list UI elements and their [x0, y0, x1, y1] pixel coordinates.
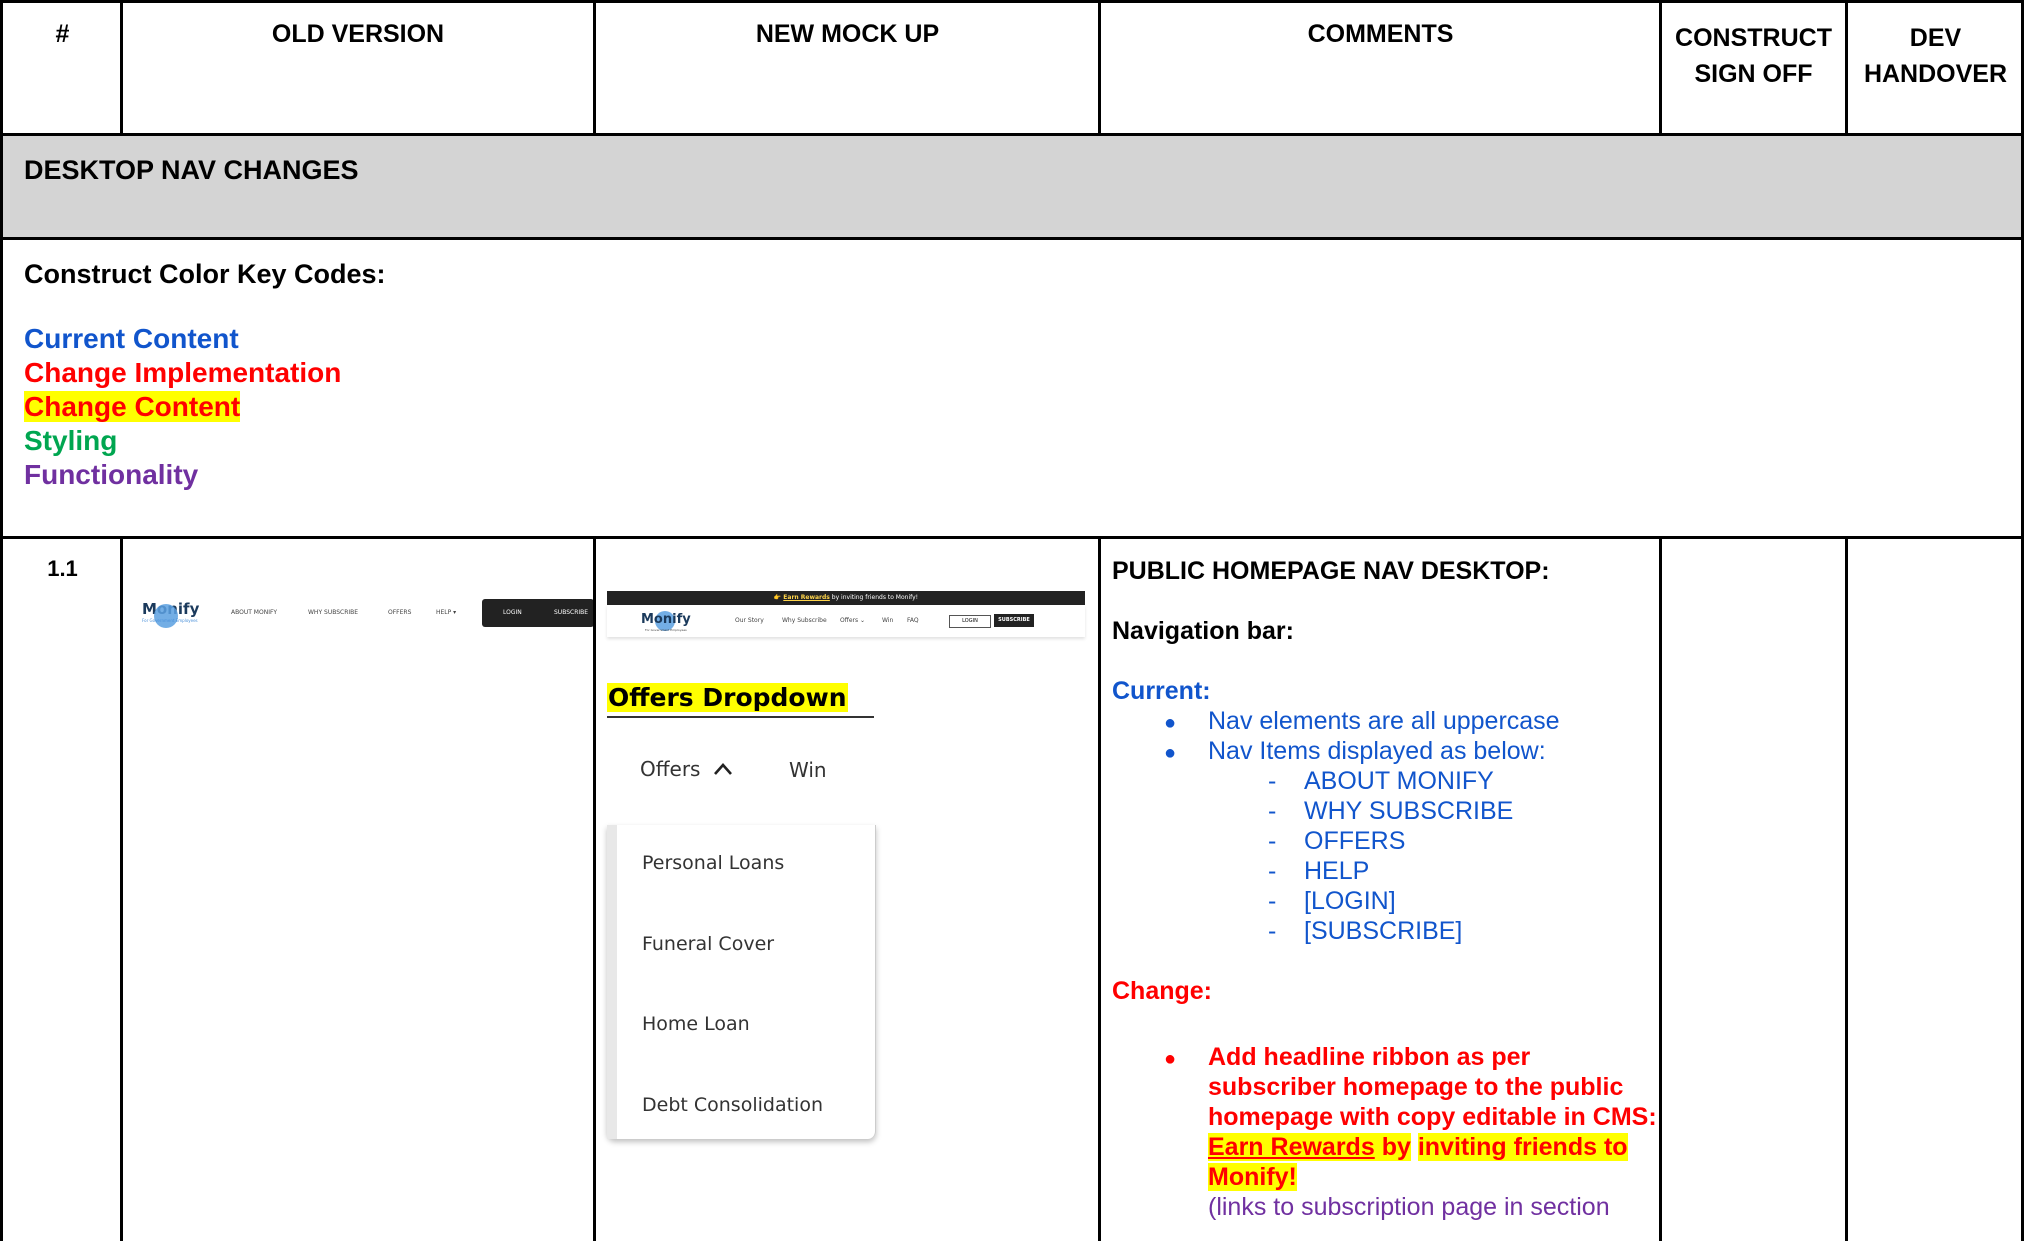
comments-nav-bar: Navigation bar:	[1112, 617, 1294, 645]
ribbon-link[interactable]: Earn Rewards	[783, 594, 830, 601]
header-new-mock-up: NEW MOCK UP	[755, 20, 940, 48]
new-mock-ribbon: 👉 Earn Rewards by inviting friends to Mo…	[607, 591, 1085, 605]
dropdown-panel-edge	[607, 825, 617, 1139]
new-nav-logo: Monify	[641, 612, 691, 627]
dropdown-title: Offers Dropdown	[607, 683, 848, 712]
comments-current-item-6: [SUBSCRIBE]	[1112, 916, 1657, 946]
dropdown-title-underline	[607, 716, 874, 718]
comments-current-item-1: ABOUT MONIFY	[1112, 766, 1657, 796]
comments-heading: PUBLIC HOMEPAGE NAV DESKTOP:	[1112, 557, 1550, 585]
new-nav-item-offers[interactable]: Offers ⌄	[840, 617, 865, 624]
color-key-change-implementation: Change Implementation	[24, 357, 342, 388]
comments-change-highlight: Earn Rewards by	[1208, 1133, 1411, 1161]
comments-change-item: ● Add headline ribbon as per subscriber …	[1112, 1042, 1657, 1222]
grid-col4-top	[1659, 0, 1662, 136]
dropdown-item-debt-consolidation[interactable]: Debt Consolidation	[642, 1094, 823, 1116]
spec-table: # OLD VERSION NEW MOCK UP COMMENTS CONST…	[0, 0, 2027, 1241]
section-title: DESKTOP NAV CHANGES	[24, 155, 359, 185]
header-dev-line1: DEV	[1909, 24, 1962, 52]
grid-section-bottom	[0, 237, 2024, 240]
grid-left	[0, 0, 3, 1241]
grid-col5-top	[1845, 0, 1848, 136]
comments-cell: PUBLIC HOMEPAGE NAV DESKTOP: Navigation …	[1112, 556, 1657, 1222]
color-key-list: Current Content Change Implementation Ch…	[24, 322, 341, 492]
color-key-change-content-text: Change Content	[24, 391, 241, 422]
new-mock-nav: Monify For Government Employees Our Stor…	[607, 605, 1085, 637]
header-old-version: OLD VERSION	[271, 20, 445, 48]
dropdown-item-personal-loans[interactable]: Personal Loans	[642, 852, 784, 874]
grid-col1-top	[120, 0, 123, 136]
new-nav-subscribe-button[interactable]: SUBSCRIBE	[994, 614, 1034, 627]
comments-change-bullet: ●	[1164, 1048, 1177, 1070]
grid-col2-top	[593, 0, 596, 136]
grid-header-bottom	[0, 133, 2024, 136]
header-construct-sign-off: CONSTRUCT SIGN OFF	[1662, 20, 1845, 92]
new-nav-item-our-story[interactable]: Our Story	[735, 617, 764, 624]
old-nav-subscribe-button[interactable]: SUBSCRIBE	[554, 609, 588, 616]
color-key-styling: Styling	[24, 425, 118, 456]
comments-current-label: Current:	[1112, 677, 1211, 705]
comments-current-item-4: HELP	[1112, 856, 1657, 886]
chevron-up-icon	[713, 757, 733, 781]
color-key-change-content: Change Content	[24, 390, 341, 424]
dropdown-panel: Personal Loans Funeral Cover Home Loan D…	[607, 825, 876, 1139]
header-construct-line2: SIGN OFF	[1694, 60, 1813, 88]
grid-colorkey-bottom	[0, 536, 2024, 539]
dropdown-offers-label: Offers	[640, 757, 701, 781]
new-nav-login-button[interactable]: LOGIN	[949, 615, 991, 628]
comments-change-label: Change:	[1112, 977, 1212, 1005]
comments-current-bullet-1: Nav elements are all uppercase	[1112, 706, 1657, 738]
comments-current-list: Nav elements are all uppercase Nav Items…	[1112, 706, 1657, 768]
dropdown-win-tab[interactable]: Win	[789, 758, 827, 782]
comments-current-bullet-2: Nav Items displayed as below:	[1112, 736, 1657, 768]
comments-change-functionality: (links to subscription page in section	[1208, 1193, 1610, 1221]
grid-col3-top	[1098, 0, 1101, 136]
header-construct-line1: CONSTRUCT	[1675, 24, 1832, 52]
comments-current-item-2: WHY SUBSCRIBE	[1112, 796, 1657, 826]
grid-col3-row	[1098, 536, 1101, 1241]
dropdown-item-funeral-cover[interactable]: Funeral Cover	[642, 933, 774, 955]
grid-col1-row	[120, 536, 123, 1241]
color-key-title: Construct Color Key Codes:	[24, 259, 386, 289]
dropdown-offers-tab[interactable]: Offers	[640, 757, 733, 781]
header-comments: COMMENTS	[1307, 20, 1454, 48]
new-nav-item-why-subscribe[interactable]: Why Subscribe	[782, 617, 827, 624]
row-id: 1.1	[47, 556, 78, 581]
grid-right	[2021, 0, 2024, 1241]
comments-current-item-5: [LOGIN]	[1112, 886, 1657, 916]
dropdown-item-home-loan[interactable]: Home Loan	[642, 1013, 750, 1035]
old-nav-item-why[interactable]: WHY SUBSCRIBE	[308, 609, 358, 616]
old-nav-logo-sub: For Government Employees	[142, 618, 198, 623]
old-nav-screenshot: Monify For Government Employees ABOUT MO…	[134, 598, 594, 628]
ribbon-pre: 👉	[773, 594, 784, 601]
old-nav-item-about[interactable]: ABOUT MONIFY	[231, 609, 277, 616]
old-nav-item-help[interactable]: HELP ▾	[436, 609, 456, 616]
comments-change-by: by	[1374, 1133, 1411, 1161]
color-key-functionality: Functionality	[24, 459, 199, 490]
grid-col2-row	[593, 536, 596, 1241]
grid-col4-row	[1659, 536, 1662, 1241]
section-row	[3, 136, 2021, 238]
comments-change-text-wrap: Add headline ribbon as per subscriber ho…	[1208, 1042, 1657, 1192]
ribbon-post: by inviting friends to Monify!	[829, 594, 919, 601]
old-nav-item-offers[interactable]: OFFERS	[388, 609, 411, 616]
old-nav-login-button[interactable]: LOGIN	[503, 609, 522, 616]
new-nav-item-win[interactable]: Win	[882, 617, 893, 624]
new-nav-logo-sub: For Government Employees	[645, 628, 687, 632]
comments-change-link[interactable]: Earn Rewards	[1208, 1133, 1375, 1161]
header-num: #	[55, 20, 70, 48]
comments-current-items: ABOUT MONIFY WHY SUBSCRIBE OFFERS HELP […	[1112, 766, 1657, 946]
header-dev-handover: DEV HANDOVER	[1848, 20, 2023, 92]
old-nav-logo-mark	[154, 604, 178, 628]
header-dev-line2: HANDOVER	[1863, 60, 2008, 88]
new-nav-item-faq[interactable]: FAQ	[907, 617, 919, 624]
comments-change-text: Add headline ribbon as per subscriber ho…	[1208, 1043, 1657, 1131]
grid-top	[0, 0, 2024, 3]
comments-current-item-3: OFFERS	[1112, 826, 1657, 856]
grid-col5-row	[1845, 536, 1848, 1241]
color-key-current-content: Current Content	[24, 323, 239, 354]
